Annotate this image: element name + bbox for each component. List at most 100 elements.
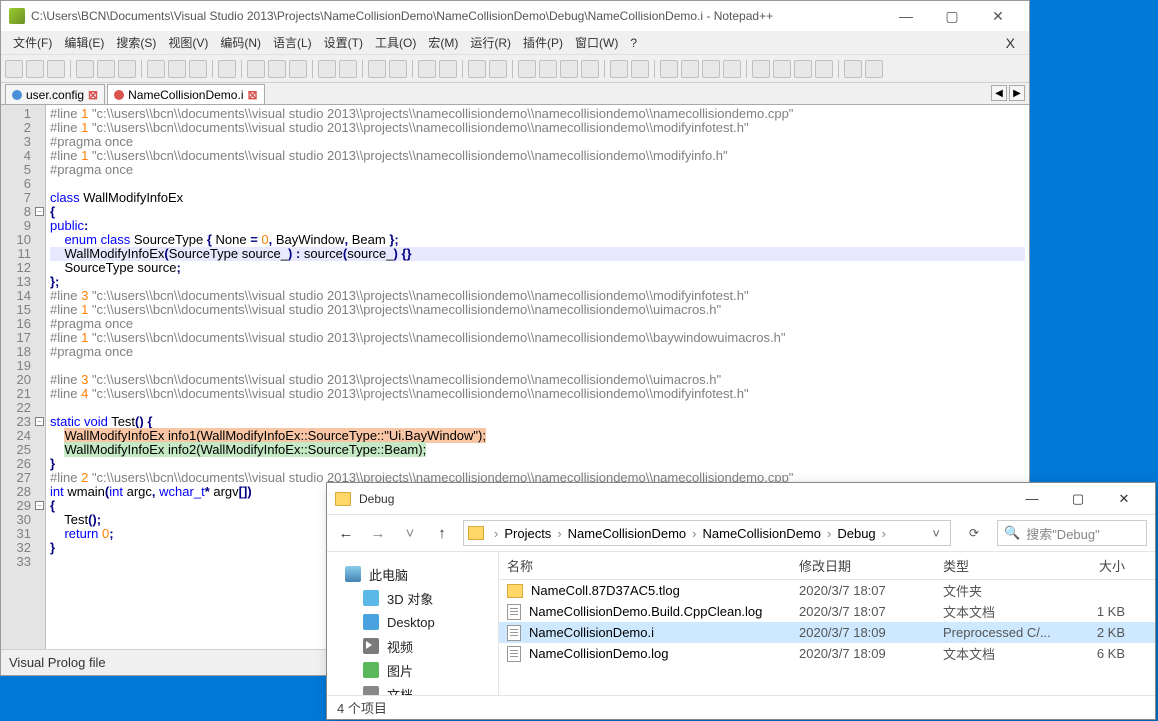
code-line[interactable]: #pragma once bbox=[50, 135, 1025, 149]
tab-scroll-right[interactable]: ▶ bbox=[1009, 85, 1025, 101]
toolbar-button[interactable] bbox=[418, 60, 436, 78]
refresh-button[interactable]: ⟳ bbox=[961, 520, 987, 546]
toolbar-button[interactable] bbox=[815, 60, 833, 78]
toolbar-button[interactable] bbox=[218, 60, 236, 78]
toolbar-button[interactable] bbox=[560, 60, 578, 78]
menu-item[interactable]: 工具(O) bbox=[369, 34, 422, 51]
code-line[interactable]: public: bbox=[50, 219, 1025, 233]
code-line[interactable]: } bbox=[50, 457, 1025, 471]
toolbar-button[interactable] bbox=[147, 60, 165, 78]
toolbar-button[interactable] bbox=[865, 60, 883, 78]
nav-up[interactable]: ↑ bbox=[431, 522, 453, 544]
menu-item[interactable]: ? bbox=[624, 36, 643, 50]
toolbar-button[interactable] bbox=[268, 60, 286, 78]
toolbar-button[interactable] bbox=[468, 60, 486, 78]
code-line[interactable]: #line 1 "c:\\users\\bcn\\documents\\visu… bbox=[50, 121, 1025, 135]
toolbar-button[interactable] bbox=[539, 60, 557, 78]
toolbar-button[interactable] bbox=[610, 60, 628, 78]
tab-scroll-left[interactable]: ◀ bbox=[991, 85, 1007, 101]
fold-toggle[interactable]: − bbox=[35, 207, 44, 216]
chevron-right-icon[interactable]: › bbox=[823, 526, 835, 541]
menu-item[interactable]: 插件(P) bbox=[517, 34, 569, 51]
menu-item[interactable]: 窗口(W) bbox=[569, 34, 624, 51]
code-line[interactable]: #pragma once bbox=[50, 163, 1025, 177]
col-size[interactable]: 大小 bbox=[1059, 556, 1155, 575]
nav-recent[interactable]: ˅ bbox=[399, 522, 421, 544]
chevron-right-icon[interactable]: › bbox=[878, 526, 890, 541]
breadcrumb-item[interactable]: NameCollisionDemo bbox=[703, 526, 822, 541]
menu-item[interactable]: 设置(T) bbox=[318, 34, 369, 51]
tab-close-icon[interactable]: ⊠ bbox=[88, 88, 98, 102]
menu-item[interactable]: 编辑(E) bbox=[58, 34, 110, 51]
code-line[interactable]: #line 1 "c:\\users\\bcn\\documents\\visu… bbox=[50, 149, 1025, 163]
code-line[interactable]: WallModifyInfoEx info2(WallModifyInfoEx:… bbox=[50, 443, 1025, 457]
toolbar-button[interactable] bbox=[702, 60, 720, 78]
code-line[interactable]: SourceType source; bbox=[50, 261, 1025, 275]
maximize-button[interactable]: ▢ bbox=[929, 1, 975, 31]
breadcrumb-dropdown[interactable]: ˅ bbox=[926, 526, 946, 541]
code-line[interactable]: static void Test() { bbox=[50, 415, 1025, 429]
toolbar-button[interactable] bbox=[844, 60, 862, 78]
code-line[interactable]: #pragma once bbox=[50, 317, 1025, 331]
toolbar-button[interactable] bbox=[794, 60, 812, 78]
exp-close-button[interactable]: ✕ bbox=[1101, 483, 1147, 514]
toolbar-button[interactable] bbox=[289, 60, 307, 78]
code-line[interactable] bbox=[50, 401, 1025, 415]
fold-toggle[interactable]: − bbox=[35, 501, 44, 510]
menu-item[interactable]: 宏(M) bbox=[422, 34, 464, 51]
search-input[interactable]: 🔍 搜索"Debug" bbox=[997, 520, 1147, 546]
toolbar-button[interactable] bbox=[389, 60, 407, 78]
toolbar-button[interactable] bbox=[773, 60, 791, 78]
toolbar-button[interactable] bbox=[47, 60, 65, 78]
code-line[interactable]: #line 1 "c:\\users\\bcn\\documents\\visu… bbox=[50, 303, 1025, 317]
toolbar-button[interactable] bbox=[76, 60, 94, 78]
file-row[interactable]: NameCollisionDemo.Build.CppClean.log2020… bbox=[499, 601, 1155, 622]
toolbar-button[interactable] bbox=[339, 60, 357, 78]
exp-minimize-button[interactable]: — bbox=[1009, 483, 1055, 514]
toolbar-button[interactable] bbox=[681, 60, 699, 78]
sidebar-item[interactable]: 文档 bbox=[345, 682, 498, 695]
toolbar-button[interactable] bbox=[189, 60, 207, 78]
sidebar-item[interactable]: 此电脑 bbox=[345, 562, 498, 586]
exp-maximize-button[interactable]: ▢ bbox=[1055, 483, 1101, 514]
toolbar-button[interactable] bbox=[5, 60, 23, 78]
code-line[interactable]: class WallModifyInfoEx bbox=[50, 191, 1025, 205]
menu-item[interactable]: 语言(L) bbox=[267, 34, 318, 51]
menu-item[interactable]: 运行(R) bbox=[464, 34, 517, 51]
code-line[interactable]: #line 3 "c:\\users\\bcn\\documents\\visu… bbox=[50, 289, 1025, 303]
breadcrumb-item[interactable]: Projects bbox=[504, 526, 551, 541]
menu-item[interactable]: 文件(F) bbox=[7, 34, 58, 51]
code-line[interactable] bbox=[50, 359, 1025, 373]
toolbar-button[interactable] bbox=[118, 60, 136, 78]
col-type[interactable]: 类型 bbox=[943, 556, 1059, 575]
toolbar-button[interactable] bbox=[489, 60, 507, 78]
sidebar-item[interactable]: Desktop bbox=[345, 610, 498, 634]
col-name[interactable]: 名称 bbox=[507, 556, 799, 575]
breadcrumb-item[interactable]: Debug bbox=[837, 526, 875, 541]
code-line[interactable] bbox=[50, 177, 1025, 191]
code-line[interactable]: { bbox=[50, 205, 1025, 219]
nav-back[interactable]: ← bbox=[335, 522, 357, 544]
toolbar-button[interactable] bbox=[168, 60, 186, 78]
code-line[interactable]: #pragma once bbox=[50, 345, 1025, 359]
chevron-right-icon[interactable]: › bbox=[490, 526, 502, 541]
editor-tab[interactable]: NameCollisionDemo.i⊠ bbox=[107, 84, 264, 104]
toolbar-button[interactable] bbox=[631, 60, 649, 78]
toolbar-button[interactable] bbox=[247, 60, 265, 78]
code-line[interactable]: enum class SourceType { None = 0, BayWin… bbox=[50, 233, 1025, 247]
code-line[interactable]: WallModifyInfoEx(SourceType source_) : s… bbox=[50, 247, 1025, 261]
toolbar-button[interactable] bbox=[368, 60, 386, 78]
toolbar-button[interactable] bbox=[660, 60, 678, 78]
toolbar-button[interactable] bbox=[439, 60, 457, 78]
tab-close-icon[interactable]: ⊠ bbox=[247, 88, 257, 102]
sidebar-item[interactable]: 视频 bbox=[345, 634, 498, 658]
sidebar-item[interactable]: 3D 对象 bbox=[345, 586, 498, 610]
breadcrumb-item[interactable]: NameCollisionDemo bbox=[568, 526, 687, 541]
column-headers[interactable]: 名称 修改日期 类型 大小 bbox=[499, 552, 1155, 580]
code-line[interactable]: #line 4 "c:\\users\\bcn\\documents\\visu… bbox=[50, 387, 1025, 401]
nav-forward[interactable]: → bbox=[367, 522, 389, 544]
sidebar-item[interactable]: 图片 bbox=[345, 658, 498, 682]
code-line[interactable]: #line 1 "c:\\users\\bcn\\documents\\visu… bbox=[50, 107, 1025, 121]
code-line[interactable]: WallModifyInfoEx info1(WallModifyInfoEx:… bbox=[50, 429, 1025, 443]
toolbar-button[interactable] bbox=[26, 60, 44, 78]
